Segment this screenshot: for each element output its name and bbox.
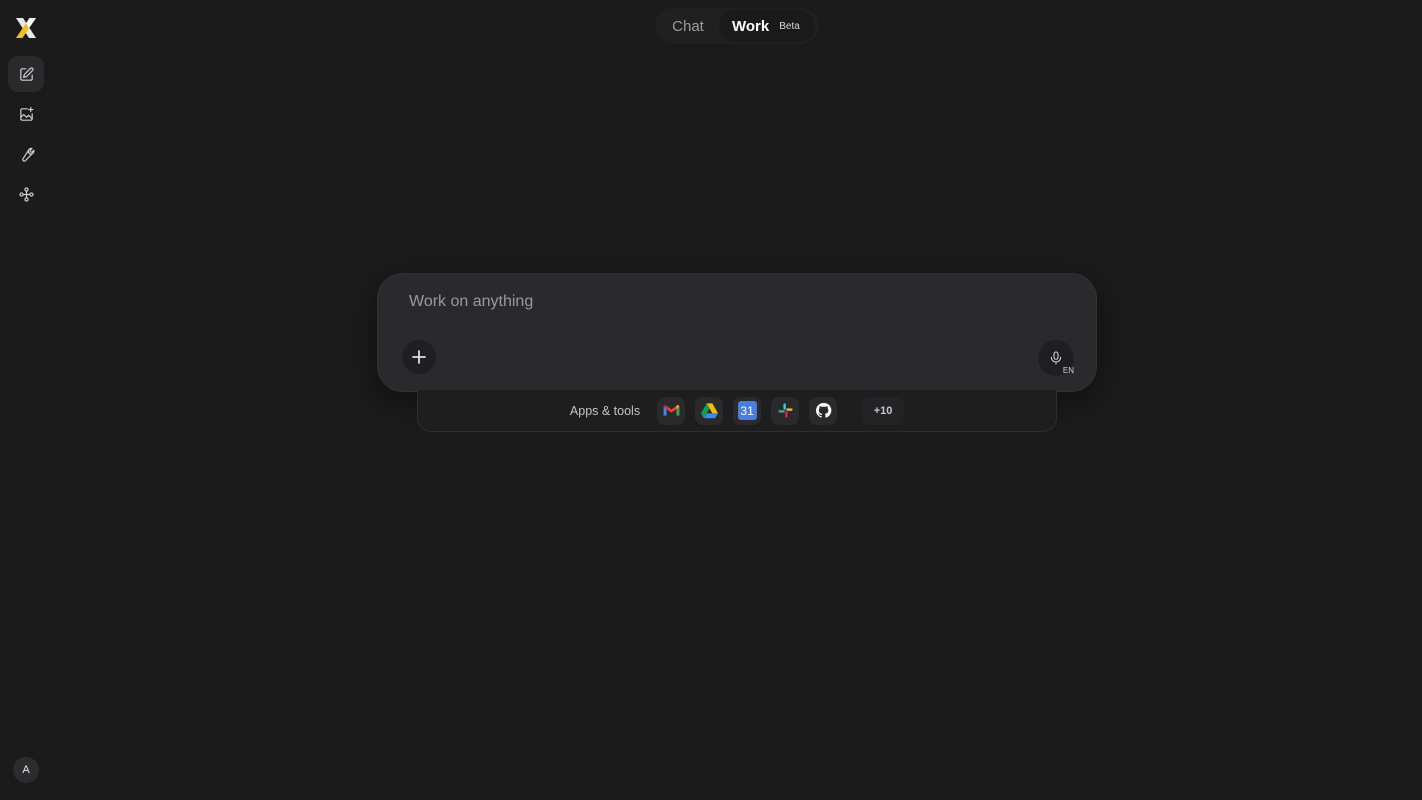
sidebar-item-tools[interactable] <box>8 136 44 172</box>
tab-work[interactable]: Work Beta <box>719 10 815 42</box>
wrench-icon <box>21 147 34 162</box>
github-icon <box>815 403 831 418</box>
mode-toggle: Chat Work Beta <box>655 8 819 44</box>
task-input[interactable] <box>409 288 1049 316</box>
new-chat-icon <box>19 66 34 81</box>
connectors-icon <box>18 186 34 202</box>
apps-tray: Apps & tools 31 +10 <box>417 390 1057 432</box>
composer: EN <box>377 273 1097 392</box>
google-calendar-icon: 31 <box>737 401 757 420</box>
sidebar-item-new-task[interactable] <box>8 56 44 92</box>
tab-work-label: Work <box>732 17 770 35</box>
gmail-icon <box>663 404 679 416</box>
tab-chat-label: Chat <box>672 17 704 35</box>
app-google-calendar[interactable]: 31 <box>733 396 762 425</box>
app-gmail[interactable] <box>657 396 686 425</box>
google-drive-icon <box>700 403 718 419</box>
more-apps-button[interactable]: +10 <box>862 396 905 425</box>
sidebar-item-connectors[interactable] <box>8 176 44 212</box>
app-google-drive[interactable] <box>695 396 724 425</box>
sidebar-item-images[interactable] <box>8 96 44 132</box>
voice-language-label: EN <box>1062 366 1074 375</box>
beta-badge: Beta <box>779 20 800 32</box>
add-attachment-button[interactable] <box>402 340 436 374</box>
sidebar: A <box>0 0 52 800</box>
app-github[interactable] <box>809 396 838 425</box>
slack-icon <box>778 403 793 418</box>
app-root: A Chat Work Beta EN Apps & tools <box>0 0 1422 800</box>
tab-chat[interactable]: Chat <box>657 10 719 42</box>
app-slack[interactable] <box>771 396 800 425</box>
voice-input-button[interactable]: EN <box>1038 340 1074 376</box>
microphone-icon <box>1050 351 1062 365</box>
app-logo-icon[interactable] <box>14 17 38 39</box>
image-edit-icon <box>19 106 33 121</box>
avatar[interactable]: A <box>13 757 39 783</box>
apps-tools-label[interactable]: Apps & tools <box>570 404 640 418</box>
plus-icon <box>412 350 426 364</box>
